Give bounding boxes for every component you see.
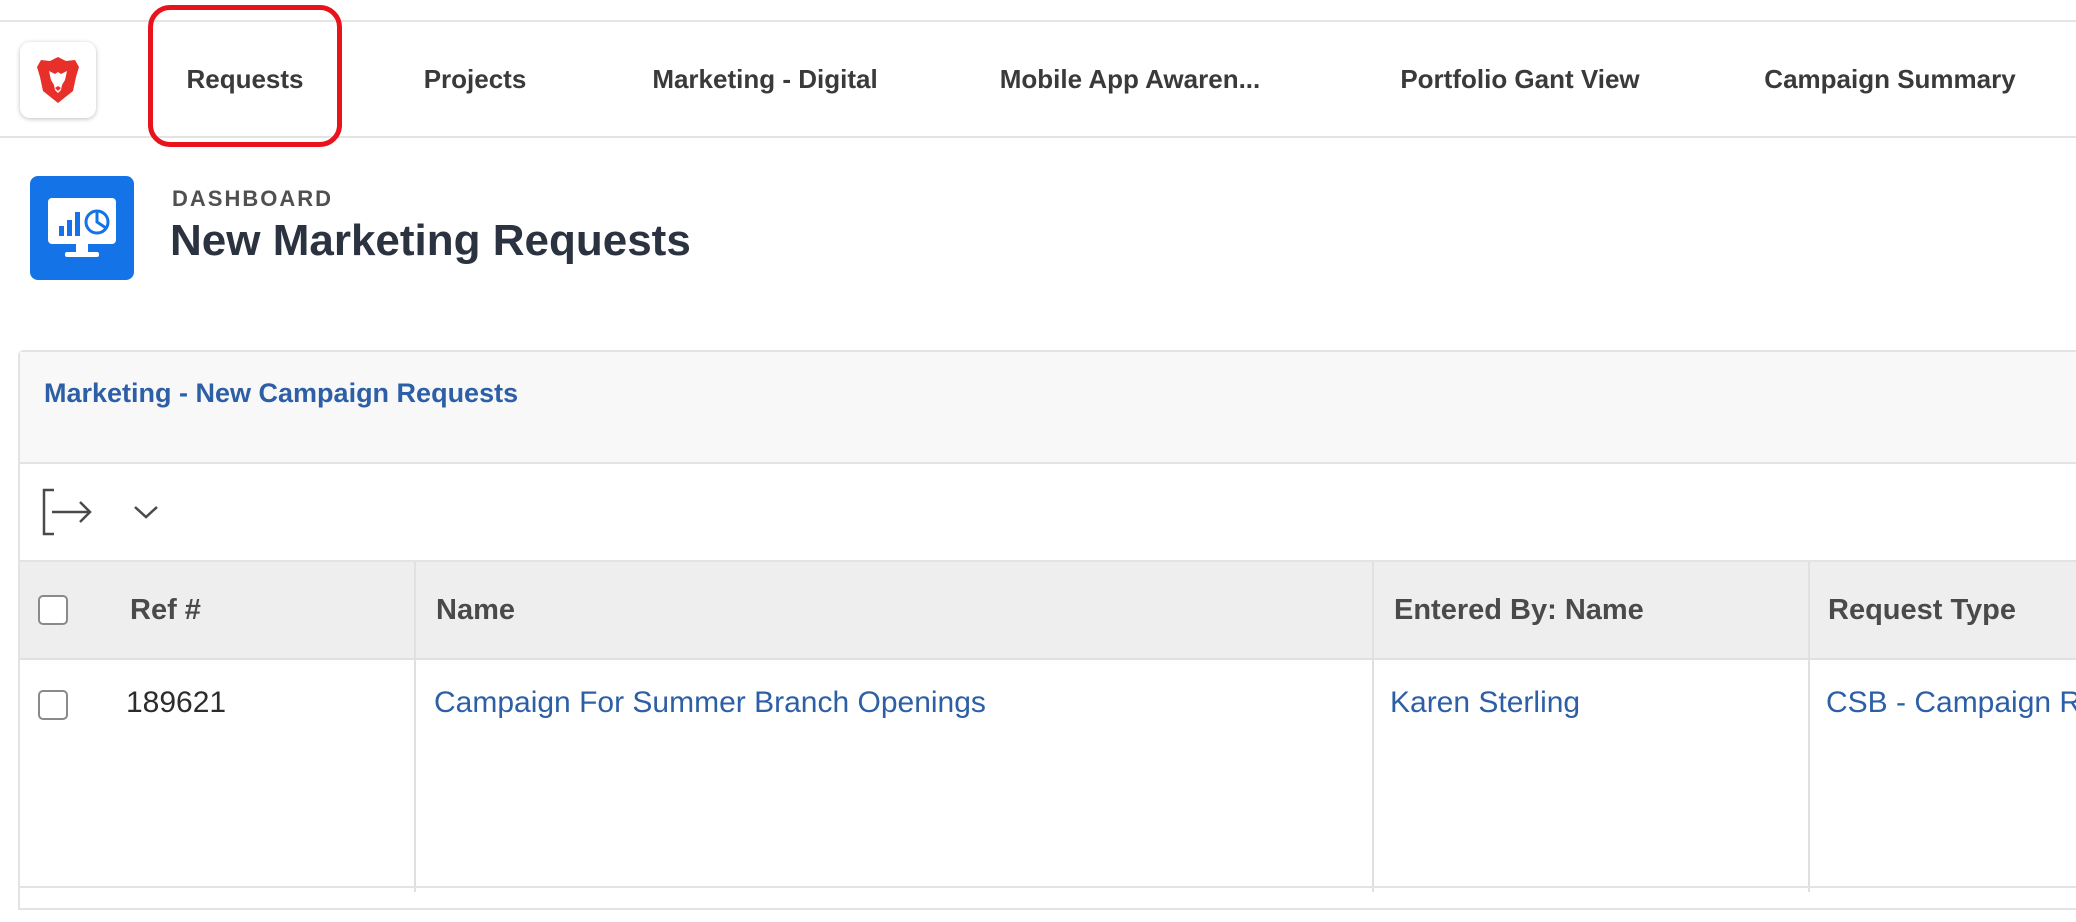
table-row: 189621 Campaign For Summer Branch Openin… [20,660,2076,888]
tab-portfolio-gant-view[interactable]: Portfolio Gant View [1370,22,1670,136]
dashboard-icon-tile [30,176,134,280]
tab-marketing-digital-label: Marketing - Digital [652,63,878,94]
tab-marketing-digital[interactable]: Marketing - Digital [620,22,910,136]
report-panel: Marketing - New Campaign Requests Ref # … [18,350,2076,910]
app-logo-button[interactable] [20,42,96,118]
column-header-name[interactable]: Name [436,562,515,658]
report-toolbar [20,464,2076,562]
cell-name-link[interactable]: Campaign For Summer Branch Openings [434,686,986,720]
export-button[interactable] [38,482,98,542]
tab-portfolio-gant-view-label: Portfolio Gant View [1400,63,1640,94]
select-all-checkbox[interactable] [38,595,68,625]
report-table: Ref # Name Entered By: Name Request Type… [20,562,2076,922]
table-header-row: Ref # Name Entered By: Name Request Type [20,562,2076,660]
top-navigation-bar: Requests Projects Marketing - Digital Mo… [0,22,2076,138]
chevron-down-icon [134,506,158,519]
tab-mobile-app-awareness-label: Mobile App Awaren... [999,63,1261,94]
tab-projects[interactable]: Projects [380,22,570,136]
toolbar-dropdown-button[interactable] [124,490,168,534]
export-icon [42,488,92,536]
tab-campaign-summary[interactable]: Campaign Summary [1740,22,2040,136]
report-title-link[interactable]: Marketing - New Campaign Requests [44,378,518,409]
tab-requests[interactable]: Requests [148,22,342,136]
row-checkbox[interactable] [38,690,68,720]
column-header-request-type[interactable]: Request Type [1828,562,2016,658]
report-panel-header: Marketing - New Campaign Requests [20,352,2076,464]
cell-request-type-link[interactable]: CSB - Campaign R [1826,686,2076,720]
cell-ref: 189621 [126,686,227,719]
dashboard-monitor-icon [48,198,116,257]
tab-campaign-summary-label: Campaign Summary [1764,63,2016,94]
tab-requests-label: Requests [186,63,304,94]
cell-entered-by-link[interactable]: Karen Sterling [1390,686,1580,720]
column-header-entered-by[interactable]: Entered By: Name [1394,562,1644,658]
brave-lion-icon [37,57,79,103]
dashboard-label: DASHBOARD [172,186,333,211]
tab-projects-label: Projects [423,63,527,94]
column-header-ref[interactable]: Ref # [130,562,201,658]
page-title: New Marketing Requests [170,216,691,265]
tab-mobile-app-awareness[interactable]: Mobile App Awaren... [960,22,1300,136]
